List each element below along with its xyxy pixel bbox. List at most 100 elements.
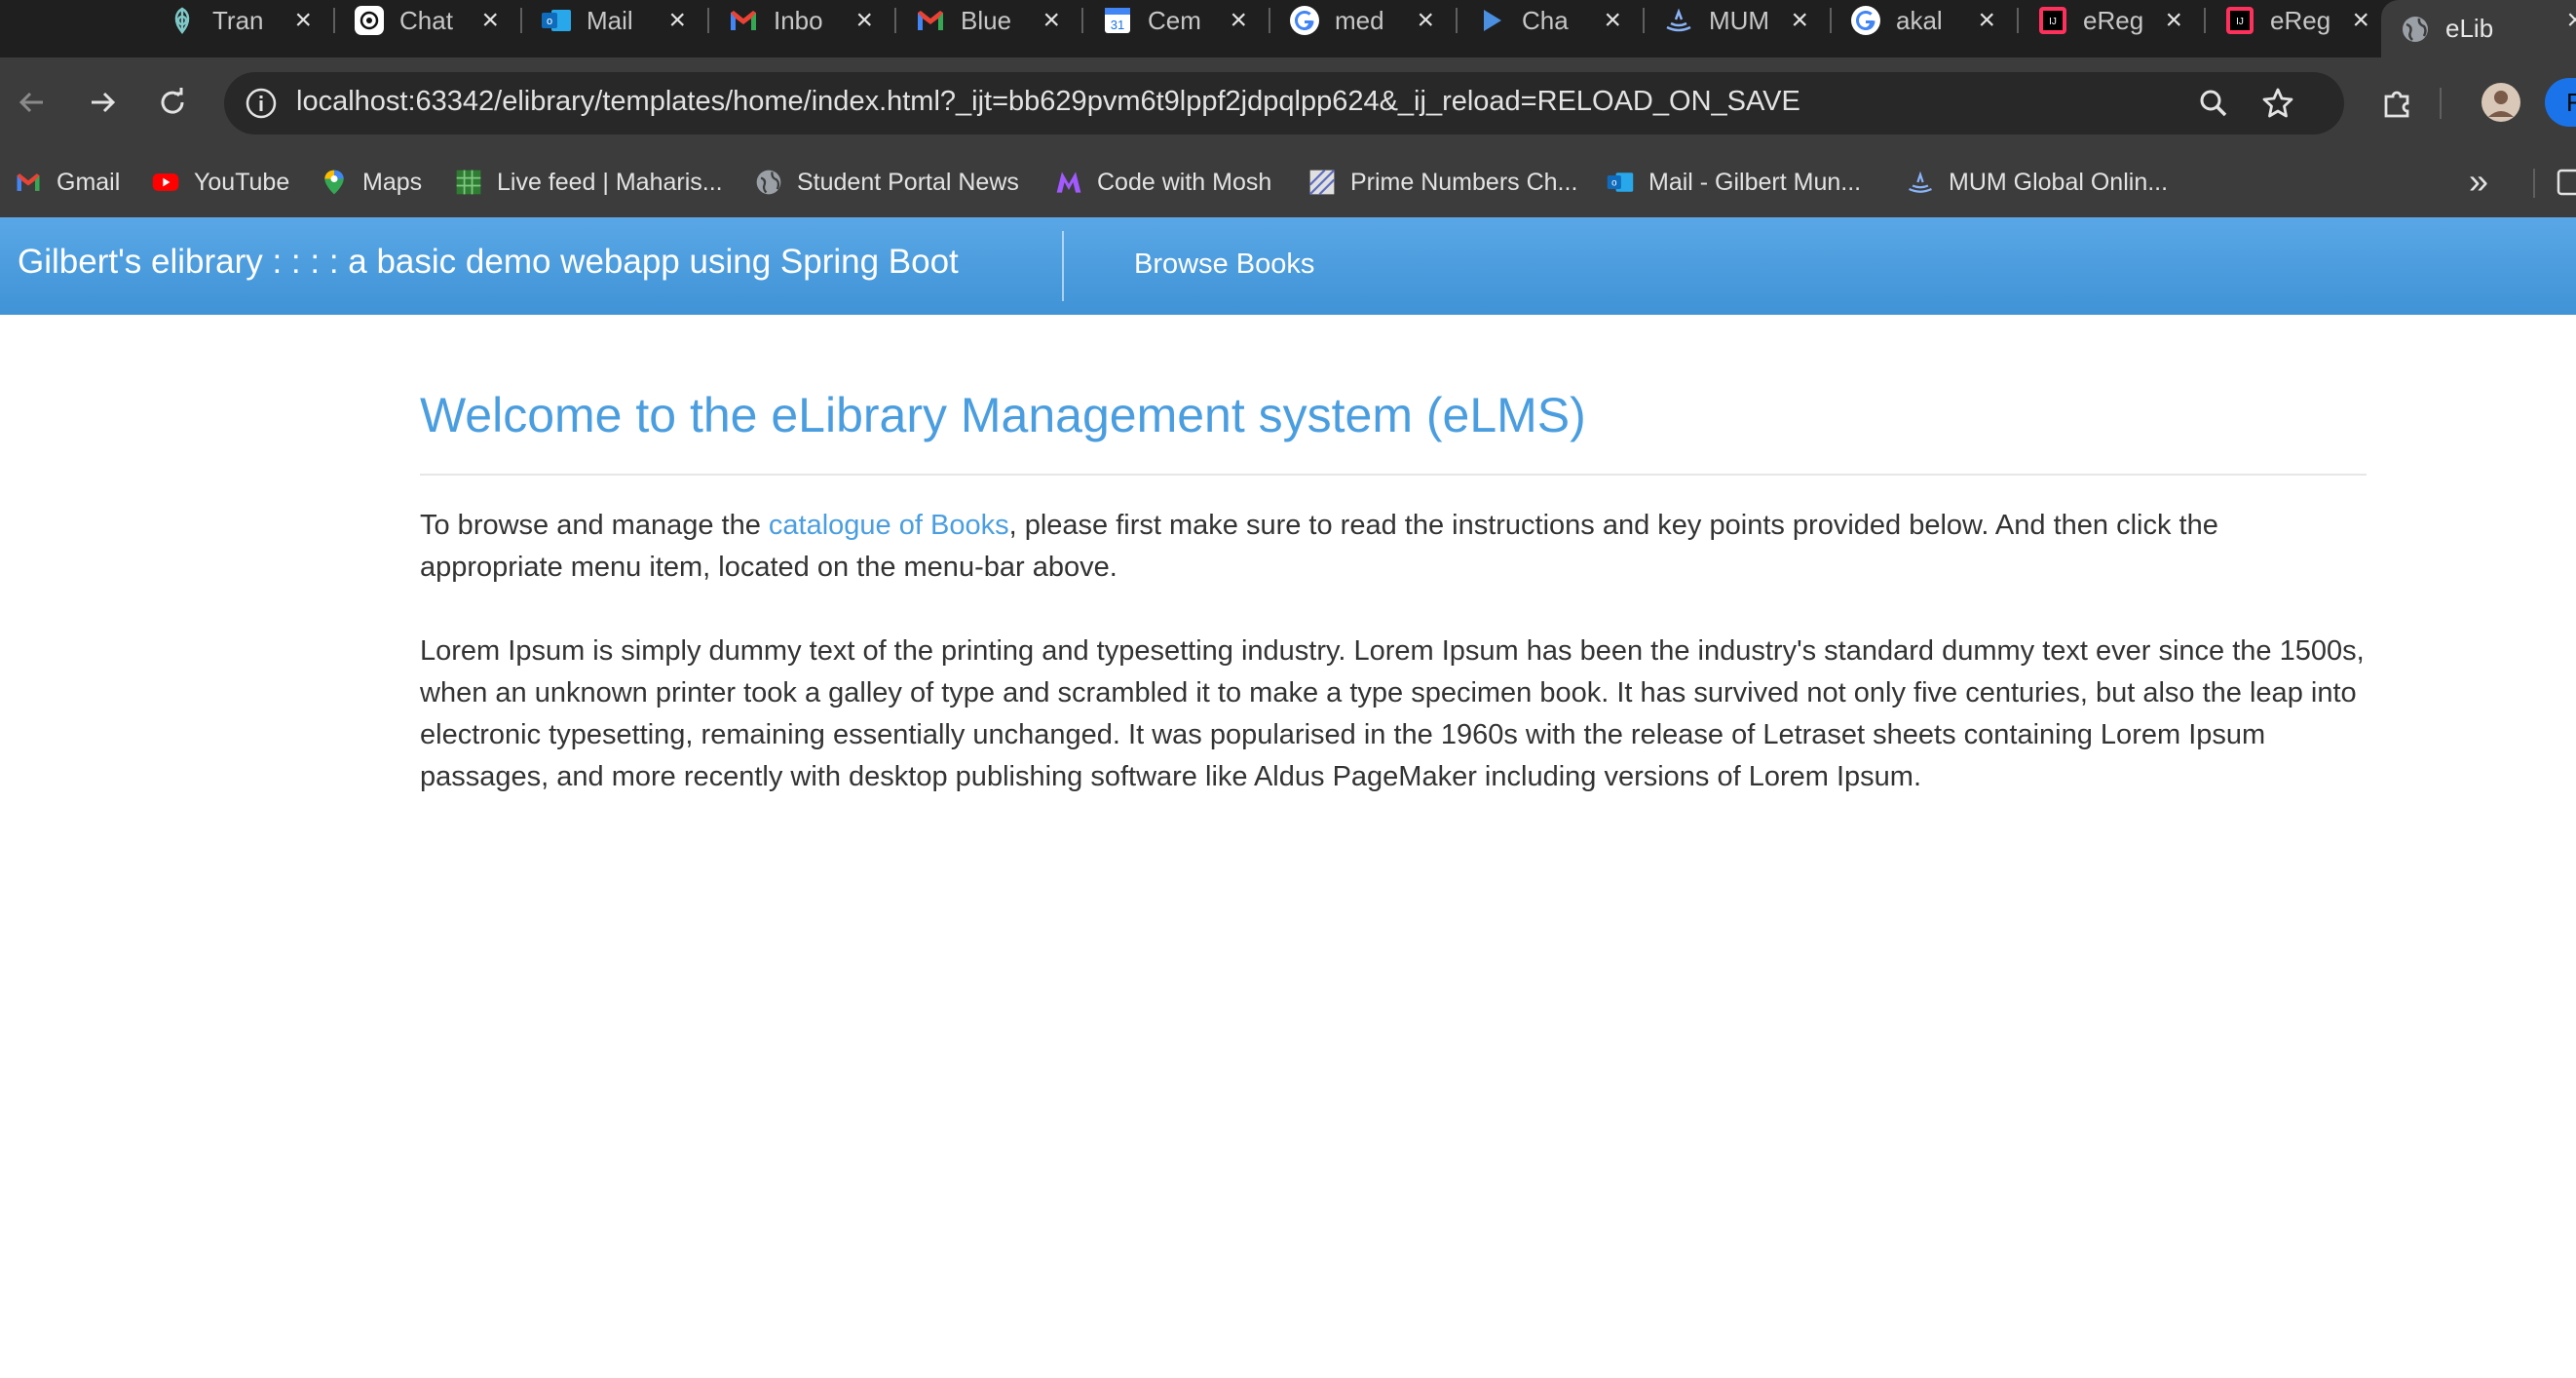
close-icon[interactable]: × [1417,4,1434,37]
bookmark-label: Mail - Gilbert Mun... [1648,168,1862,196]
svg-text:o: o [1611,178,1616,189]
browser-tab[interactable]: IJ eReg × [2206,0,2391,41]
bookmark-label: YouTube [194,168,290,196]
bookmark-item[interactable]: Live feed | Maharis... [454,164,723,201]
close-icon[interactable]: × [1042,4,1060,37]
info-icon[interactable] [242,84,281,123]
bookmark-item[interactable]: Prime Numbers Ch... [1307,164,1577,201]
close-icon[interactable]: × [668,4,686,37]
tab-title: MUM [1709,5,1770,35]
gmail-icon [731,11,756,30]
tab-title: Chat [399,5,453,35]
address-bar[interactable]: localhost:63342/elibrary/templates/home/… [224,72,2344,134]
calendar-icon: 31 [1105,8,1130,33]
puzzle-icon [2384,91,2409,118]
tab-title: Blue [961,5,1012,35]
tab-title: Tran [212,5,264,35]
bookmark-item[interactable]: o Mail - Gilbert Mun... [1606,164,1861,201]
arrow-left-icon [19,92,43,113]
browser-tab[interactable]: Blue × [896,0,1081,41]
extensions-button[interactable] [2373,78,2422,127]
nav-browse-books[interactable]: Browse Books [1134,249,1314,281]
browser-tab[interactable]: MUM × [1645,0,1830,41]
globe-icon [2403,16,2428,42]
tab-title: med [1335,5,1384,35]
tab-title: eReg [2083,5,2144,35]
google-icon [1290,6,1319,35]
bookmark-label: Maps [362,168,423,196]
profile-menu-button[interactable]: F [2545,78,2576,127]
browser-toolbar: localhost:63342/elibrary/templates/home/… [0,57,2576,147]
bookmark-item[interactable]: Gmail [14,164,120,201]
bookmark-item[interactable]: Maps [320,164,422,201]
close-icon[interactable]: × [1791,4,1808,37]
browser-tab[interactable]: med × [1270,0,1456,41]
close-icon[interactable]: × [1604,4,1621,37]
url-text[interactable]: localhost:63342/elibrary/templates/home/… [296,86,1800,118]
site-brand[interactable]: Gilbert's elibrary : : : : a basic demo … [18,243,959,282]
tab-title: Cem [1148,5,1201,35]
back-button[interactable] [8,78,57,127]
browser-tab[interactable]: Chat × [335,0,520,41]
intellij-icon: IJ [2039,7,2066,34]
prime-icon [1308,169,1336,196]
lorem-paragraph: Lorem Ipsum is simply dummy text of the … [420,635,2365,792]
svg-text:IJ: IJ [2236,17,2244,27]
maps-icon [324,170,344,195]
browser-tab[interactable]: o Mail × [522,0,707,41]
intro-paragraph: To browse and manage the catalogue of Bo… [420,505,2367,589]
bookmark-label: Live feed | Maharis... [497,168,723,196]
close-icon[interactable]: × [2352,4,2369,37]
mosh-icon [1056,172,1081,193]
bookmark-label: Code with Mosh [1097,168,1272,196]
close-icon[interactable]: × [855,4,873,37]
globe-icon [756,170,781,195]
bookmarks-divider [2533,169,2535,198]
tab-title: Cha [1522,5,1569,35]
all-bookmarks-icon[interactable] [2557,167,2576,198]
close-icon[interactable]: × [2165,4,2182,37]
browser-tab[interactable]: akal × [1832,0,2017,41]
intellij-icon: IJ [2226,7,2254,34]
tab-title: Mail [587,5,633,35]
bookmark-item[interactable]: Student Portal News [754,164,1019,201]
bookmark-item[interactable]: MUM Global Onlin... [1906,164,2168,201]
close-icon[interactable]: × [294,4,312,37]
svg-text:IJ: IJ [2049,17,2057,27]
perplexity-icon [174,7,190,34]
close-icon[interactable]: × [481,4,499,37]
close-icon[interactable]: × [1230,4,1247,37]
bookmark-item[interactable]: YouTube [151,164,289,201]
bookmark-label: Prime Numbers Ch... [1350,168,1578,196]
bookmarks-overflow-button[interactable]: » [2469,161,2488,202]
bookmark-label: Student Portal News [797,168,1019,196]
browser-tab[interactable]: Cha × [1458,0,1643,41]
tab-title: akal [1896,5,1943,35]
browser-tab[interactable]: Tran × [148,0,333,41]
play-icon [1484,10,1501,31]
profile-avatar[interactable] [2477,78,2525,127]
bookmarks-bar: Gmail YouTube Maps Live feed | Maharis..… [0,147,2576,218]
title-divider [420,474,2367,476]
mum-icon [1909,171,1932,193]
browser-tab[interactable]: Inbo × [709,0,894,41]
browser-tab-active[interactable]: eLib × [2381,0,2576,57]
reload-button[interactable] [148,78,197,127]
browser-tab[interactable]: IJ eReg × [2019,0,2204,41]
bookmark-item[interactable]: Code with Mosh [1054,164,1271,201]
close-icon[interactable]: × [1978,4,1995,37]
star-icon[interactable] [2258,84,2297,123]
close-icon[interactable]: × [2566,4,2576,37]
outlook-icon: o [542,10,571,31]
page-title: Welcome to the eLibrary Management syste… [420,388,1586,442]
mum-icon [1666,8,1691,32]
tab-title: Inbo [774,5,823,35]
site-navbar: Gilbert's elibrary : : : : a basic demo … [0,217,2576,315]
forward-button[interactable] [78,78,127,127]
youtube-icon [152,173,179,191]
zoom-icon[interactable] [2194,84,2233,123]
svg-text:o: o [547,16,552,27]
browser-tab[interactable]: 31 Cem × [1083,0,1269,41]
catalogue-link[interactable]: catalogue of Books [769,510,1009,541]
google-icon [1851,6,1880,35]
